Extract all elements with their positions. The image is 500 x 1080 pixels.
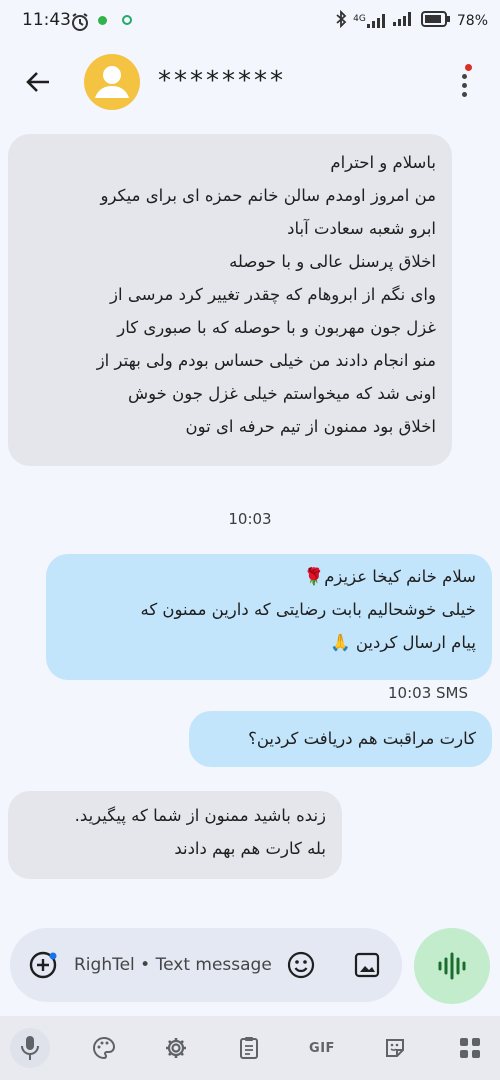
theme-button[interactable] (86, 1030, 122, 1066)
more-options-button[interactable] (454, 64, 474, 100)
battery-icon (420, 11, 451, 31)
more-dot-icon (462, 83, 467, 88)
more-dot-icon (462, 74, 467, 79)
avatar[interactable] (84, 54, 140, 110)
sticker-button[interactable] (377, 1030, 413, 1066)
compose-box (10, 928, 402, 1002)
signal-2-icon (392, 12, 415, 30)
clipboard-button[interactable] (231, 1030, 267, 1066)
gif-icon: GIF (309, 1040, 335, 1056)
battery-value: 78 (456, 13, 475, 29)
compose-area (0, 908, 500, 1016)
status-right-group: 4G 78% (335, 9, 488, 32)
more-dot-icon (462, 92, 467, 97)
gallery-button[interactable] (352, 950, 382, 980)
message-status: 10:03 SMS (388, 684, 468, 702)
keyboard-toolbar: GIF (0, 1016, 500, 1080)
person-icon (95, 66, 129, 98)
outgoing-message[interactable]: کارت مراقبت هم دریافت کردین؟ (189, 711, 492, 767)
sticker-icon (386, 1039, 404, 1057)
emoji-icon (287, 951, 315, 979)
gif-button[interactable]: GIF (304, 1030, 340, 1066)
mic-icon (21, 1036, 39, 1060)
message-input[interactable] (74, 951, 274, 979)
settings-icon (166, 1038, 186, 1058)
incoming-message[interactable]: زنده باشید ممنون از شما که پیگیرید. بله … (8, 791, 342, 879)
more-tools-button[interactable] (452, 1030, 488, 1066)
message-list[interactable]: باسلام و احترام من امروز اومدم سالن خانم… (0, 118, 500, 908)
voice-message-button[interactable] (414, 928, 490, 1004)
status-time: 11:43 (22, 10, 71, 30)
conversation-header: ******** (0, 44, 500, 118)
sync-icon (122, 15, 132, 25)
bluetooth-icon (335, 9, 347, 32)
clipboard-icon (240, 1037, 258, 1059)
incoming-message[interactable]: باسلام و احترام من امروز اومدم سالن خانم… (8, 134, 452, 466)
notification-badge (465, 64, 472, 71)
keyboard-settings-button[interactable] (158, 1030, 194, 1066)
voice-waveform-icon (438, 952, 466, 980)
signal-icon: 4G (353, 14, 387, 28)
add-attachment-button[interactable] (28, 950, 58, 980)
battery-percent: 78% (456, 13, 488, 29)
message-timestamp: 10:03 (228, 510, 272, 528)
network-type: 4G (353, 14, 366, 24)
emoji-button[interactable] (286, 950, 316, 980)
grid-icon (460, 1038, 480, 1058)
voice-input-button[interactable] (10, 1028, 50, 1068)
outgoing-message[interactable]: سلام خانم کیخا عزیزم🌹 خیلی خوشحالیم بابت… (46, 554, 492, 680)
image-icon (354, 952, 380, 978)
arrow-left-icon (26, 72, 49, 92)
back-button[interactable] (20, 64, 56, 100)
add-circle-icon (29, 951, 57, 979)
palette-icon (93, 1036, 116, 1060)
app-notification-icon (98, 16, 107, 25)
status-bar: 11:43 4G 78% (0, 0, 500, 44)
alarm-icon (70, 12, 90, 36)
contact-name[interactable]: ******** (158, 66, 286, 96)
